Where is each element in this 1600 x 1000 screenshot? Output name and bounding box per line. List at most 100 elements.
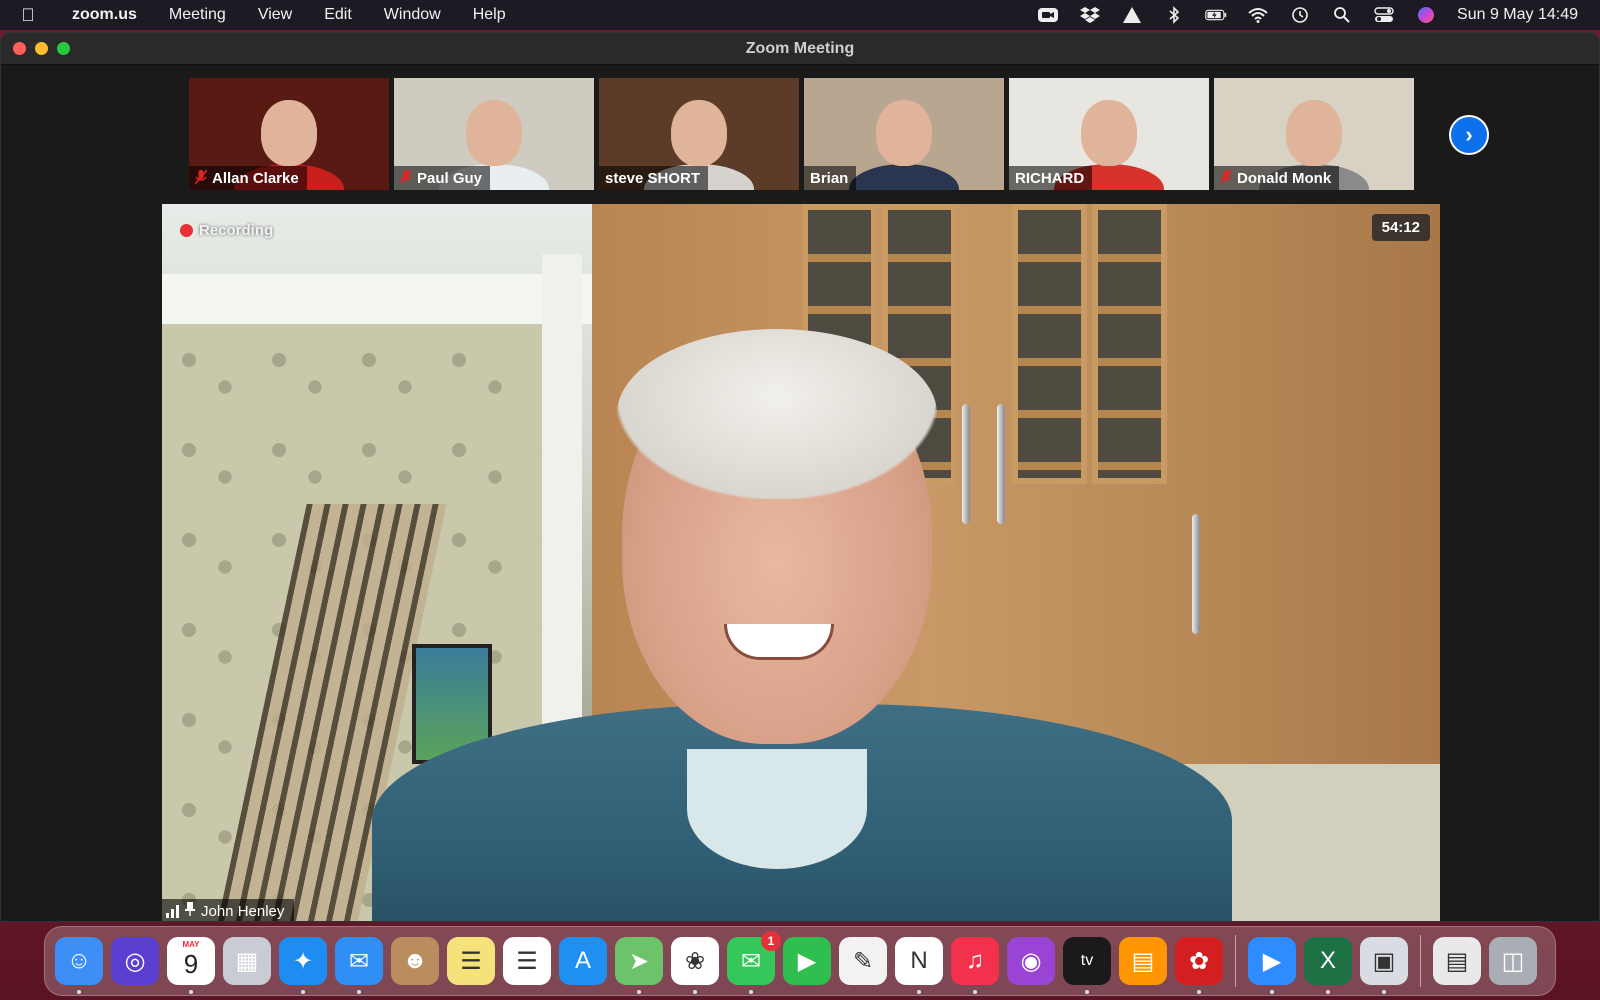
menu-app-name[interactable]: zoom.us xyxy=(56,6,153,24)
wifi-icon[interactable] xyxy=(1247,6,1269,24)
mic-muted-icon xyxy=(194,168,208,188)
messages-icon[interactable]: ✉ 1 xyxy=(727,931,781,994)
active-speaker-video[interactable]: Recording 54:12 John Henley xyxy=(162,204,1440,921)
participant-name: Paul Guy xyxy=(417,169,483,187)
participant-label: Donald Monk xyxy=(1214,166,1340,190)
participant-face xyxy=(261,100,317,166)
participant-face xyxy=(1081,100,1137,166)
next-page-button[interactable]: › xyxy=(1449,115,1489,155)
running-indicator xyxy=(357,990,361,994)
running-indicator xyxy=(637,990,641,994)
record-dot-icon xyxy=(180,224,193,237)
photos-icon[interactable]: ❀ xyxy=(671,937,719,994)
apple-tv-icon[interactable]: tv xyxy=(1063,937,1111,994)
participant-name: RICHARD xyxy=(1015,169,1085,187)
siri-status-icon[interactable] xyxy=(1415,6,1437,24)
mic-muted-icon xyxy=(1219,168,1233,188)
running-indicator xyxy=(917,990,921,994)
window-titlebar: Zoom Meeting xyxy=(1,33,1599,65)
dock-separator xyxy=(1235,935,1236,987)
recording-label: Recording xyxy=(199,222,274,239)
calendar-icon[interactable]: MAY 9 xyxy=(167,937,215,994)
participant-face xyxy=(876,100,932,166)
excel-icon[interactable]: X xyxy=(1304,937,1352,994)
running-indicator xyxy=(1197,990,1201,994)
news-icon[interactable]: N xyxy=(895,937,943,994)
zoom-status-icon[interactable] xyxy=(1037,6,1059,24)
podcasts-icon[interactable]: ◉ xyxy=(1007,937,1055,985)
running-indicator xyxy=(189,990,193,994)
facetime-icon[interactable]: ▶ xyxy=(783,937,831,985)
meeting-timer: 54:12 xyxy=(1371,214,1430,241)
apple-menu-icon[interactable]:  xyxy=(0,5,56,26)
running-indicator xyxy=(1382,990,1386,994)
trash-icon[interactable]: ◫ xyxy=(1489,937,1537,985)
preview-icon[interactable]: ▣ xyxy=(1360,937,1408,994)
running-indicator xyxy=(1326,990,1330,994)
participant-face xyxy=(1286,100,1342,166)
battery-icon[interactable] xyxy=(1205,6,1227,24)
zoom-icon[interactable]: ▶ xyxy=(1248,937,1296,994)
participant-face xyxy=(466,100,522,166)
participant-label: Brian xyxy=(804,166,857,190)
documents-stack-icon[interactable]: ▤ xyxy=(1433,937,1481,985)
participant-tile[interactable]: steve SHORT xyxy=(599,78,799,190)
participant-tile[interactable]: Donald Monk xyxy=(1214,78,1414,190)
finder-icon[interactable]: ☺ xyxy=(55,937,103,994)
app-store-icon[interactable]: A xyxy=(559,937,607,985)
menu-meeting[interactable]: Meeting xyxy=(153,6,242,24)
running-indicator xyxy=(1085,990,1089,994)
cabinet-handle xyxy=(962,404,970,524)
ceiling xyxy=(162,274,602,324)
dropbox-icon[interactable] xyxy=(1079,6,1101,24)
notes-icon[interactable]: ☰ xyxy=(447,937,495,985)
acrobat-icon[interactable]: ✿ xyxy=(1175,937,1223,994)
participant-tile[interactable]: RICHARD xyxy=(1009,78,1209,190)
participant-label: steve SHORT xyxy=(599,166,709,190)
cabinet-handle xyxy=(997,404,1005,524)
mic-muted-icon xyxy=(399,168,413,188)
menu-bar:  zoom.us Meeting View Edit Window Help xyxy=(0,0,1600,30)
signal-strength-icon xyxy=(166,904,179,918)
speaker-hair xyxy=(617,329,937,499)
participant-label: Allan Clarke xyxy=(189,166,307,190)
spotlight-search-icon[interactable] xyxy=(1331,6,1353,24)
books-icon[interactable]: ▤ xyxy=(1119,937,1167,985)
menu-window[interactable]: Window xyxy=(368,6,457,24)
contacts-icon[interactable]: ☻ xyxy=(391,937,439,985)
participant-tile[interactable]: Allan Clarke xyxy=(189,78,389,190)
running-indicator xyxy=(301,990,305,994)
participant-tile[interactable]: Paul Guy xyxy=(394,78,594,190)
participant-label: RICHARD xyxy=(1009,166,1093,190)
running-indicator xyxy=(693,990,697,994)
window-title: Zoom Meeting xyxy=(745,39,855,57)
safari-icon[interactable]: ✦ xyxy=(279,937,327,994)
speaker-name-tag: John Henley xyxy=(162,899,295,921)
launchpad-icon[interactable]: ▦ xyxy=(223,937,271,985)
participant-name: Brian xyxy=(810,169,849,187)
participant-name: Donald Monk xyxy=(1237,169,1332,187)
menubar-clock[interactable]: Sun 9 May 14:49 xyxy=(1457,6,1578,24)
menu-help[interactable]: Help xyxy=(457,6,522,24)
time-machine-icon[interactable] xyxy=(1289,6,1311,24)
menu-edit[interactable]: Edit xyxy=(308,6,368,24)
menu-view[interactable]: View xyxy=(242,6,308,24)
bluetooth-icon[interactable] xyxy=(1163,6,1185,24)
music-icon[interactable]: ♫ xyxy=(951,937,999,994)
participant-body xyxy=(849,164,959,190)
recording-indicator[interactable]: Recording xyxy=(180,222,273,239)
calendar-day: 9 xyxy=(183,949,199,979)
script-editor-icon[interactable]: ✎ xyxy=(839,937,887,985)
pin-icon xyxy=(185,902,195,920)
control-center-icon[interactable] xyxy=(1373,6,1395,24)
maps-icon[interactable]: ➤ xyxy=(615,937,663,994)
running-indicator xyxy=(973,990,977,994)
participant-tile[interactable]: Brian xyxy=(804,78,1004,190)
running-indicator xyxy=(77,990,81,994)
mail-icon[interactable]: ✉ xyxy=(335,937,383,994)
siri-icon[interactable]: ◎ xyxy=(111,937,159,985)
participant-strip: Allan Clarke Paul Guy steve SHORT Brian RICH… xyxy=(189,78,1414,190)
reminders-icon[interactable]: ☰ xyxy=(503,937,551,985)
google-drive-icon[interactable] xyxy=(1121,6,1143,24)
participant-name: Allan Clarke xyxy=(212,169,299,187)
